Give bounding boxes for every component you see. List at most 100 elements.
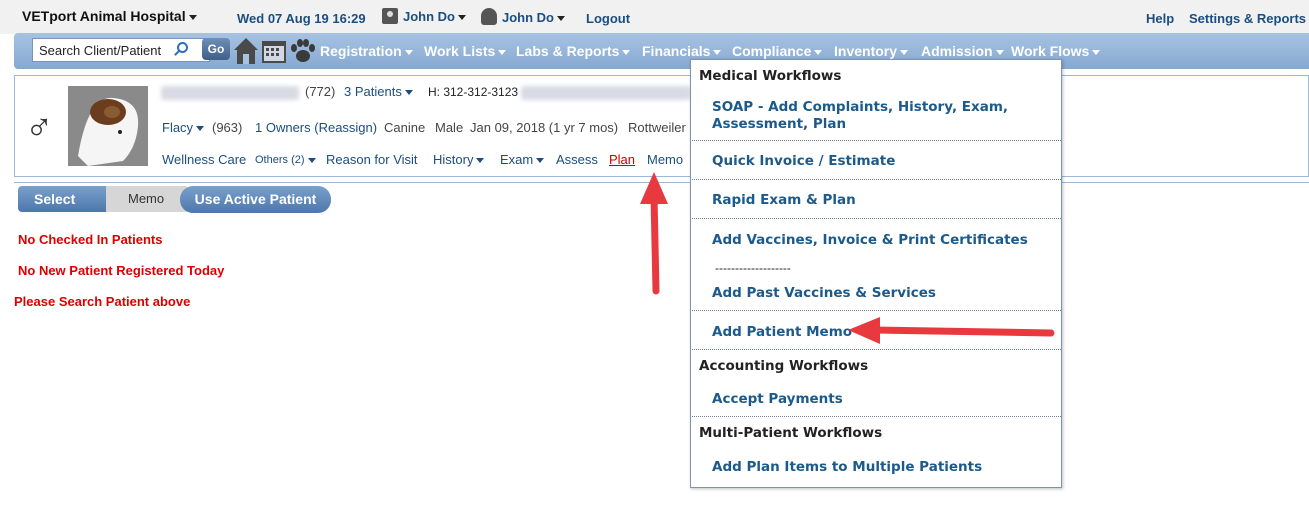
menu-divider [692, 140, 1061, 141]
chevron-down-icon [458, 15, 466, 21]
user-name: John Do [403, 9, 455, 24]
chevron-down-icon [622, 49, 631, 55]
soap-line-1: SOAP - Add Complaints, History, Exam, [712, 99, 1009, 115]
settings-link[interactable]: Settings & Reports [1189, 11, 1306, 26]
nav-work-lists[interactable]: Work Lists [424, 43, 507, 59]
crumb-select[interactable]: Select [18, 186, 122, 212]
soap-line-2: Assessment, Plan [712, 116, 847, 132]
no-new-patient-message: No New Patient Registered Today [18, 263, 225, 278]
chevron-down-icon [814, 49, 823, 55]
menu-item-quick-invoice[interactable]: Quick Invoice / Estimate [712, 153, 895, 170]
chevron-down-icon [557, 16, 565, 22]
menu-divider [692, 179, 1061, 180]
chevron-down-icon [1092, 49, 1101, 55]
others-label: Others (2) [255, 154, 305, 166]
crumb-memo: Memo [106, 186, 198, 212]
menu-divider [692, 218, 1061, 219]
chevron-down-icon [404, 49, 413, 55]
patient-species: Canine [384, 120, 426, 135]
nav-label: Work Flows [1011, 43, 1090, 59]
exam-label: Exam [500, 152, 534, 167]
nav-admission[interactable]: Admission [921, 43, 1004, 59]
nav-label: Financials [642, 43, 711, 59]
patients-dropdown[interactable]: 3 Patients [344, 84, 413, 99]
menu-item-add-vaccines[interactable]: Add Vaccines, Invoice & Print Certificat… [712, 232, 1028, 249]
chevron-down-icon [476, 158, 485, 164]
menu-item-plan-items-multiple[interactable]: Add Plan Items to Multiple Patients [712, 459, 982, 476]
search-patient-message: Please Search Patient above [14, 294, 191, 309]
chevron-down-icon [995, 49, 1004, 55]
tab-assess[interactable]: Assess [556, 152, 598, 167]
tab-reason-for-visit[interactable]: Reason for Visit [326, 152, 418, 167]
patient-sex: Male [435, 120, 464, 135]
nav-label: Compliance [732, 43, 812, 59]
menu-divider [692, 310, 1061, 311]
patient-dob: Jan 09, 2018 (1 yr 7 mos) [470, 120, 619, 135]
client-phone: H: 312-312-3123 [428, 85, 519, 99]
nav-work-flows[interactable]: Work Flows [1011, 43, 1101, 59]
client-name-redacted [161, 86, 299, 100]
tab-others[interactable]: Others (2) [255, 154, 316, 166]
doctor-menu[interactable]: John Do [481, 8, 565, 25]
chevron-down-icon [900, 49, 909, 55]
nav-financials[interactable]: Financials [642, 43, 722, 59]
client-count: (772) [305, 84, 336, 99]
nav-label: Labs & Reports [516, 43, 620, 59]
calendar-icon[interactable] [261, 38, 287, 64]
patient-name: Flacy [162, 120, 194, 135]
client-email-redacted [521, 86, 691, 100]
badge-icon [481, 8, 497, 25]
menu-item-soap[interactable]: SOAP - Add Complaints, History, Exam, As… [712, 99, 1008, 133]
chevron-down-icon [498, 49, 507, 55]
user-icon [382, 8, 398, 24]
nav-label: Work Lists [424, 43, 496, 59]
menu-item-past-vaccines[interactable]: Add Past Vaccines & Services [712, 285, 936, 302]
tab-plan[interactable]: Plan [609, 152, 635, 167]
nav-labs-reports[interactable]: Labs & Reports [516, 43, 631, 59]
user-menu[interactable]: John Do [382, 8, 466, 24]
patient-header: ♂ (772) 3 Patients H: 312-312-3123 Flacy… [14, 75, 1309, 177]
patient-photo [68, 86, 148, 166]
menu-heading-medical: Medical Workflows [699, 68, 842, 84]
hospital-name: VETport Animal Hospital [22, 8, 186, 24]
chevron-down-icon [536, 158, 545, 164]
chevron-down-icon [307, 157, 316, 163]
search-icon[interactable] [177, 42, 188, 53]
tab-memo[interactable]: Memo [647, 152, 683, 167]
nav-label: Registration [320, 43, 402, 59]
tab-exam[interactable]: Exam [500, 152, 545, 167]
chevron-down-icon [196, 126, 205, 132]
main-nav: Search Client/Patient Go Registration Wo… [14, 33, 1309, 69]
hospital-selector[interactable]: VETport Animal Hospital [22, 8, 197, 24]
no-checked-in-message: No Checked In Patients [18, 232, 163, 247]
menu-heading-accounting: Accounting Workflows [699, 358, 869, 374]
nav-compliance[interactable]: Compliance [732, 43, 823, 59]
owners-reassign-link[interactable]: 1 Owners (Reassign) [255, 120, 377, 135]
history-label: History [433, 152, 474, 167]
paw-icon[interactable] [289, 38, 317, 64]
chevron-down-icon [404, 90, 413, 96]
logout-link[interactable]: Logout [586, 11, 630, 26]
nav-inventory[interactable]: Inventory [834, 43, 909, 59]
nav-label: Admission [921, 43, 993, 59]
menu-item-accept-payments[interactable]: Accept Payments [712, 391, 843, 408]
patients-label: 3 Patients [344, 84, 402, 99]
menu-item-add-patient-memo[interactable]: Add Patient Memo [712, 324, 852, 341]
patient-breed: Rottweiler [628, 120, 686, 135]
use-active-patient-button[interactable]: Use Active Patient [180, 186, 331, 213]
chevron-down-icon [188, 14, 197, 20]
doctor-name: John Do [502, 10, 554, 25]
tab-wellness-care[interactable]: Wellness Care [162, 152, 246, 167]
nav-registration[interactable]: Registration [320, 43, 413, 59]
home-icon[interactable] [233, 37, 259, 65]
menu-divider [692, 416, 1061, 417]
male-icon: ♂ [25, 107, 54, 149]
menu-item-rapid-exam[interactable]: Rapid Exam & Plan [712, 192, 856, 209]
go-button[interactable]: Go [202, 38, 230, 60]
nav-label: Inventory [834, 43, 898, 59]
work-flows-dropdown: Medical Workflows SOAP - Add Complaints,… [690, 59, 1062, 488]
help-link[interactable]: Help [1146, 11, 1174, 26]
tab-history[interactable]: History [433, 152, 485, 167]
patient-name-dropdown[interactable]: Flacy [162, 120, 205, 135]
menu-dash-separator: ------------------- [715, 261, 791, 275]
